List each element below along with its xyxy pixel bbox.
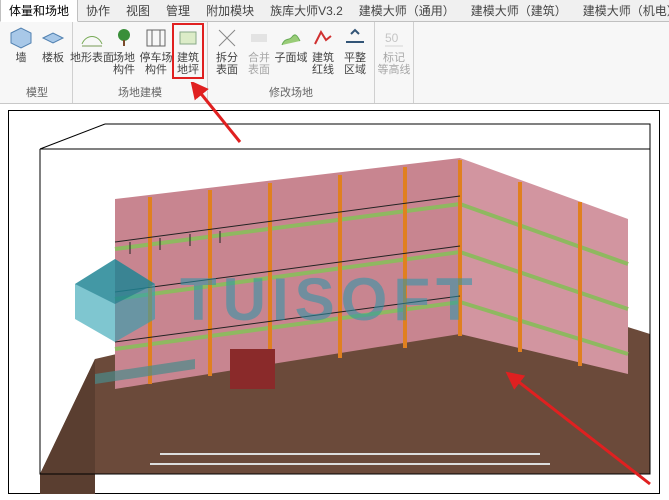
mark-icon: 50 (382, 26, 406, 50)
parking-label: 停车场 构件 (140, 52, 173, 76)
tab-manage[interactable]: 管理 (158, 0, 198, 21)
wall-icon (9, 26, 33, 50)
ribbon-group-site-label: 场地建模 (77, 82, 203, 103)
ribbon-group-modify: 拆分 表面 合并 表面 子面域 建筑 红线 (208, 22, 375, 103)
tab-master-arch[interactable]: 建模大师（建筑） (463, 0, 575, 21)
tab-view[interactable]: 视图 (118, 0, 158, 21)
ribbon-group-site: 地形表面 场地 构件 停车场 构件 建筑 地坪 场地建模 (73, 22, 208, 103)
ribbon-group-tag-label (379, 98, 409, 103)
floor-icon (41, 26, 65, 50)
tab-master-general[interactable]: 建模大师（通用） (351, 0, 463, 21)
pad-icon (176, 26, 200, 50)
flatten-icon (343, 26, 367, 50)
svg-text:50: 50 (385, 31, 399, 45)
parking-button[interactable]: 停车场 构件 (141, 24, 171, 78)
ribbon-group-modify-label: 修改场地 (212, 82, 370, 103)
site-comp-label: 场地 构件 (113, 52, 135, 76)
parking-icon (144, 26, 168, 50)
tab-famlib[interactable]: 族库大师V3.2 (262, 0, 351, 21)
viewport-3d[interactable]: TUISOFT (0, 104, 669, 500)
topo-label: 地形表面 (70, 52, 114, 64)
tab-master-mep[interactable]: 建模大师（机电） (575, 0, 669, 21)
site-comp-button[interactable]: 场地 构件 (109, 24, 139, 78)
redline-button[interactable]: 建筑 红线 (308, 24, 338, 78)
topo-button[interactable]: 地形表面 (77, 24, 107, 66)
ribbon: 墙 楼板 模型 地形表面 场地 构件 (0, 22, 669, 104)
tab-massing-site[interactable]: 体量和场地 (0, 0, 78, 22)
flatten-button[interactable]: 平整 区域 (340, 24, 370, 78)
redline-label: 建筑 红线 (312, 52, 334, 76)
floor-button[interactable]: 楼板 (38, 24, 68, 66)
redline-icon (311, 26, 335, 50)
merge-label: 合并 表面 (248, 52, 270, 76)
subregion-label: 子面域 (275, 52, 308, 64)
subregion-button[interactable]: 子面域 (276, 24, 306, 66)
ribbon-group-model-label: 模型 (6, 82, 68, 103)
merge-button: 合并 表面 (244, 24, 274, 78)
flatten-label: 平整 区域 (344, 52, 366, 76)
building-pad-label: 建筑 地坪 (177, 52, 199, 76)
ribbon-group-model: 墙 楼板 模型 (2, 22, 73, 103)
tab-addins[interactable]: 附加模块 (198, 0, 262, 21)
tab-collab[interactable]: 协作 (78, 0, 118, 21)
merge-icon (247, 26, 271, 50)
split-icon (215, 26, 239, 50)
tree-icon (112, 26, 136, 50)
ribbon-group-tag: 50 标记 等高线 (375, 22, 414, 103)
mark-button: 50 标记 等高线 (379, 24, 409, 78)
wall-label: 墙 (16, 52, 27, 64)
building-pad-button[interactable]: 建筑 地坪 (173, 24, 203, 78)
wall-button[interactable]: 墙 (6, 24, 36, 66)
floor-label: 楼板 (42, 52, 64, 64)
split-label: 拆分 表面 (216, 52, 238, 76)
tab-bar: 体量和场地 协作 视图 管理 附加模块 族库大师V3.2 建模大师（通用） 建模… (0, 0, 669, 22)
topo-icon (80, 26, 104, 50)
split-button[interactable]: 拆分 表面 (212, 24, 242, 78)
subregion-icon (279, 26, 303, 50)
mark-label: 标记 等高线 (378, 52, 411, 76)
model-3d (0, 104, 669, 500)
